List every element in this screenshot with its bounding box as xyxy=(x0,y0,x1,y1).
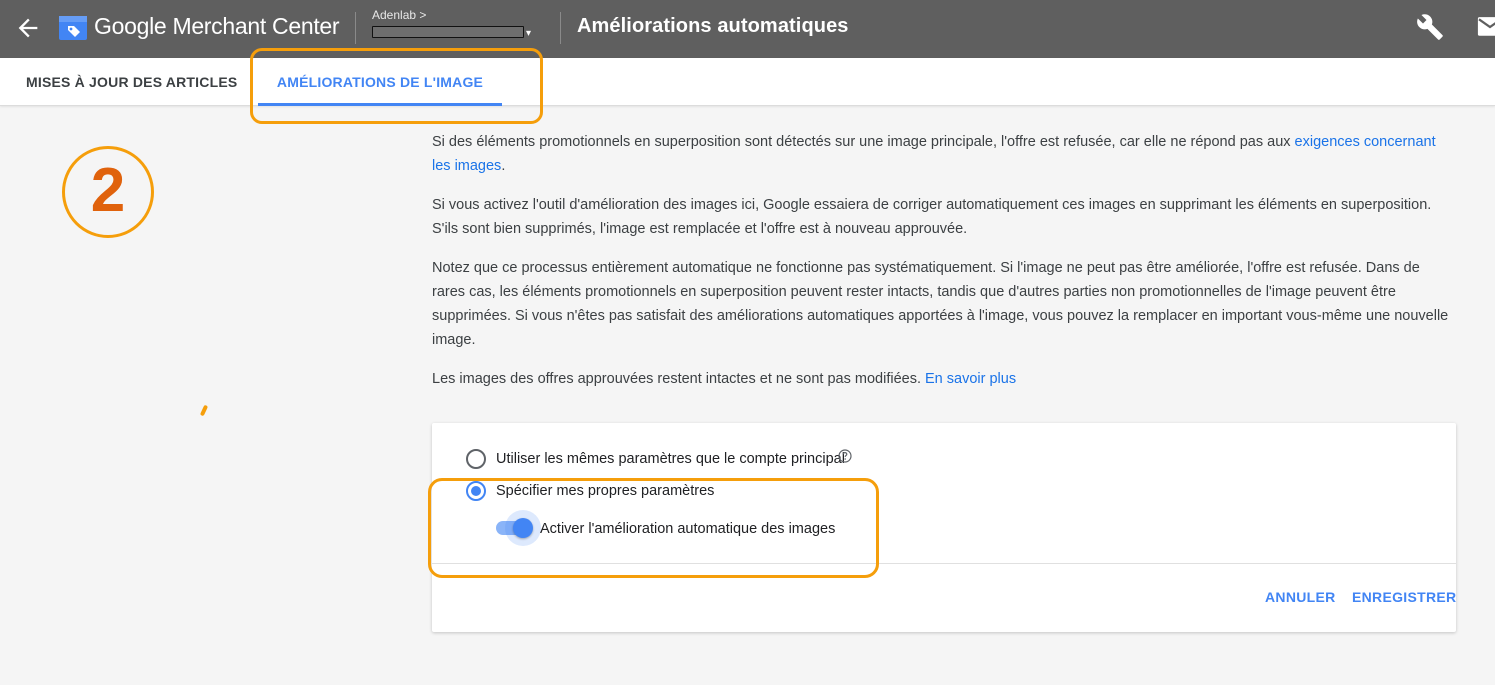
account-switcher[interactable]: Adenlab > xyxy=(372,8,426,22)
learn-more-link[interactable]: En savoir plus xyxy=(925,371,1016,387)
topbar-divider xyxy=(560,12,561,44)
paragraph-text: . xyxy=(501,158,506,174)
cancel-button[interactable]: ANNULER xyxy=(1265,589,1336,605)
brand-title: Google Merchant Center xyxy=(94,13,340,39)
top-app-bar: Google Merchant Center Adenlab > ▾ Améli… xyxy=(0,0,1495,58)
account-dropdown-icon[interactable]: ▾ xyxy=(526,28,531,39)
account-chevron-icon: > xyxy=(419,8,427,22)
radio-label-same-settings[interactable]: Utiliser les mêmes paramètres que le com… xyxy=(496,451,845,467)
page-title: Améliorations automatiques xyxy=(577,15,849,37)
annotation-highlight-tab xyxy=(250,48,543,124)
save-button[interactable]: ENREGISTRER xyxy=(1352,589,1456,605)
radio-same-settings[interactable] xyxy=(466,449,486,469)
tab-article-updates[interactable]: MISES À JOUR DES ARTICLES xyxy=(26,58,237,106)
annotation-highlight-settings xyxy=(428,478,879,578)
description-paragraph-3: Notez que ce processus entièrement autom… xyxy=(432,260,1449,348)
paragraph-text: Si des éléments promotionnels en superpo… xyxy=(432,134,1295,150)
help-icon[interactable] xyxy=(838,449,852,463)
annotation-mark xyxy=(199,404,209,417)
step-number-badge: 2 xyxy=(62,146,154,238)
account-id-redacted[interactable] xyxy=(372,26,524,38)
account-name: Adenlab xyxy=(372,8,417,22)
description-paragraph-1: Si des éléments promotionnels en superpo… xyxy=(432,130,1452,178)
description-paragraph-2: Si vous activez l'outil d'amélioration d… xyxy=(432,197,1432,237)
paragraph-text: Les images des offres approuvées restent… xyxy=(432,371,926,387)
merchant-center-tag-icon xyxy=(59,16,87,40)
description-paragraph-4: Les images des offres approuvées restent… xyxy=(432,367,1452,391)
tab-bar: MISES À JOUR DES ARTICLES AMÉLIORATIONS … xyxy=(0,58,1495,106)
topbar-divider xyxy=(355,12,356,44)
wrench-icon[interactable] xyxy=(1416,13,1444,41)
mail-icon[interactable] xyxy=(1476,16,1495,38)
back-arrow-icon[interactable] xyxy=(14,14,42,42)
